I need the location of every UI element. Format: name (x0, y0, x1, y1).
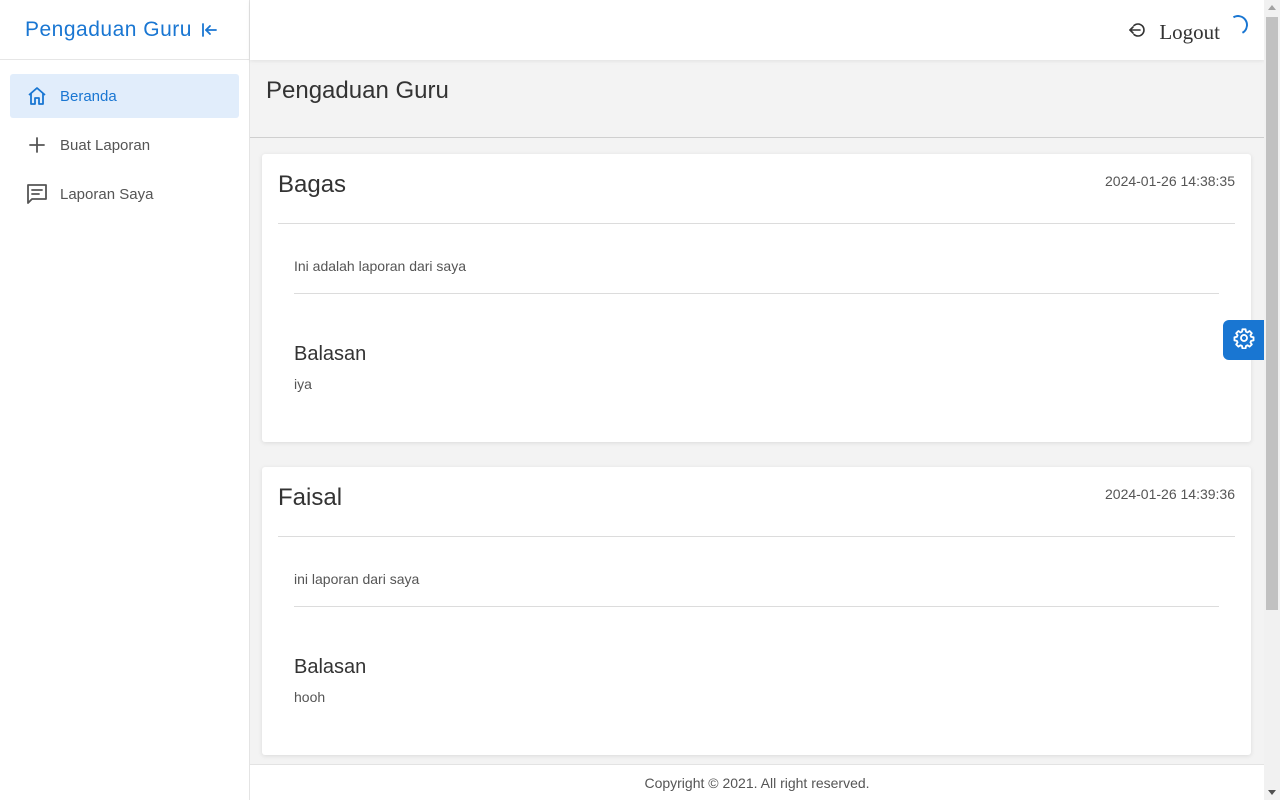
sidebar-item-beranda[interactable]: Beranda (10, 74, 239, 118)
report-card: Bagas 2024-01-26 14:38:35 Ini adalah lap… (262, 154, 1251, 442)
page-header: Pengaduan Guru (250, 60, 1264, 138)
reporter-name: Bagas (278, 171, 347, 198)
reply-title: Balasan (294, 343, 367, 365)
card-divider (278, 223, 1235, 224)
scrollbar-thumb[interactable] (1266, 17, 1278, 610)
home-icon (26, 85, 48, 107)
reply-text: iya (294, 376, 312, 392)
reply-title: Balasan (294, 656, 367, 678)
sidebar-item-laporan-saya[interactable]: Laporan Saya (10, 172, 239, 216)
topbar: Logout (250, 0, 1264, 60)
reply-text: hooh (294, 689, 326, 705)
report-text: Ini adalah laporan dari saya (294, 258, 467, 274)
sidebar-item-label: Beranda (60, 87, 117, 105)
logout-label: Logout (1159, 20, 1220, 44)
app-title[interactable]: Pengaduan Guru (25, 18, 192, 42)
page-scrollbar[interactable] (1264, 0, 1280, 800)
scroll-down-arrow-icon[interactable] (1268, 790, 1276, 795)
report-timestamp: 2024-01-26 14:39:36 (1105, 486, 1235, 502)
reporter-name: Faisal (278, 484, 343, 511)
plus-icon (26, 134, 48, 156)
card-divider (294, 293, 1219, 294)
report-card: Faisal 2024-01-26 14:39:36 ini laporan d… (262, 467, 1251, 755)
message-icon (26, 183, 48, 205)
sidebar-nav: Beranda Buat Laporan Laporan Saya (0, 60, 249, 216)
sidebar-brand: Pengaduan Guru (0, 0, 249, 60)
sidebar-item-buat-laporan[interactable]: Buat Laporan (10, 123, 239, 167)
card-divider (278, 536, 1235, 537)
scroll-up-arrow-icon[interactable] (1268, 5, 1276, 10)
page-title: Pengaduan Guru (266, 77, 449, 104)
report-text: ini laporan dari saya (294, 571, 420, 587)
sidebar-item-label: Buat Laporan (60, 136, 151, 154)
copyright-text: Copyright © 2021. All right reserved. (644, 775, 870, 791)
gear-icon (1233, 327, 1255, 354)
loading-spinner-icon (1225, 12, 1251, 38)
report-timestamp: 2024-01-26 14:38:35 (1105, 173, 1235, 189)
settings-button[interactable] (1223, 320, 1264, 360)
sidebar: Pengaduan Guru Beranda Buat Laporan Lapo… (0, 0, 250, 800)
collapse-sidebar-icon[interactable] (201, 21, 219, 39)
sidebar-item-label: Laporan Saya (60, 185, 154, 203)
logout-icon (1129, 21, 1147, 44)
card-divider (294, 606, 1219, 607)
footer: Copyright © 2021. All right reserved. (250, 764, 1264, 800)
logout-button[interactable]: Logout (1129, 20, 1220, 45)
